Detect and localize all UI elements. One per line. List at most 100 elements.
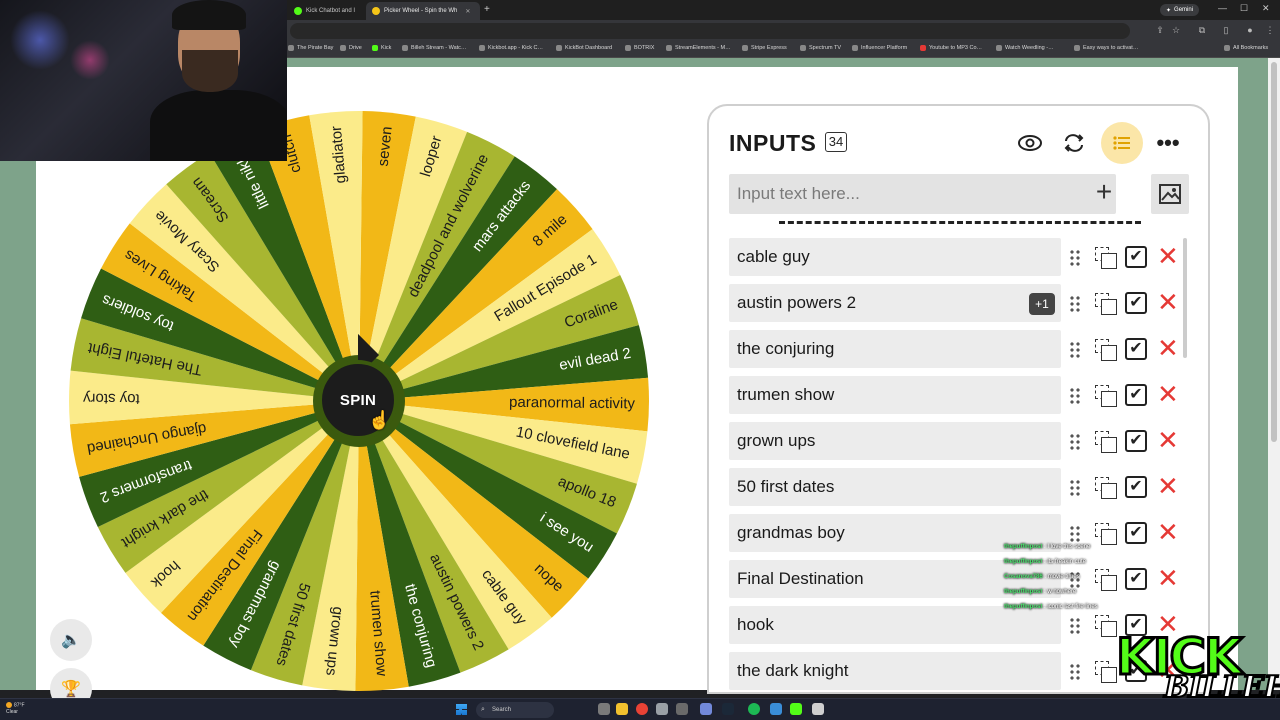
bookmark-item[interactable]: All Bookmarks	[1224, 45, 1268, 51]
enable-checkbox[interactable]: ✔	[1125, 246, 1147, 268]
gemini-button[interactable]: ✦ Gemini	[1160, 4, 1200, 16]
stream-chat-overlay: thepuffinpost : I love this scene thepuff…	[1004, 540, 1164, 615]
enable-checkbox[interactable]: ✔	[1125, 292, 1147, 314]
enable-checkbox[interactable]: ✔	[1125, 384, 1147, 406]
input-text-field[interactable]	[729, 174, 1089, 214]
entry-text-box[interactable]: 50 first dates	[729, 468, 1061, 506]
drag-handle-icon[interactable]	[1069, 249, 1081, 267]
delete-icon[interactable]: ✕	[1157, 426, 1179, 454]
profile-icon[interactable]: ●	[1244, 24, 1256, 36]
input-entry-row[interactable]: austin powers 2 +1 ✔ ✕	[729, 284, 1199, 322]
duplicate-icon[interactable]	[1095, 615, 1117, 637]
visibility-eye-icon[interactable]	[1011, 124, 1049, 162]
bookmark-item[interactable]: KickBot Dashboard	[556, 45, 612, 51]
add-image-button[interactable]	[1151, 174, 1189, 214]
duplicate-icon[interactable]	[1095, 477, 1117, 499]
input-entry-row[interactable]: the conjuring ✔ ✕	[729, 330, 1199, 368]
sound-toggle-button[interactable]: 🔈	[50, 619, 92, 661]
spotify-icon[interactable]	[748, 703, 760, 715]
more-options-icon[interactable]: •••	[1149, 124, 1187, 162]
app-icon[interactable]	[770, 703, 782, 715]
share-icon[interactable]: ⇪	[1154, 24, 1166, 36]
delete-icon[interactable]: ✕	[1157, 334, 1179, 362]
drag-handle-icon[interactable]	[1069, 663, 1081, 681]
delete-icon[interactable]: ✕	[1157, 380, 1179, 408]
add-entry-button[interactable]: +	[1089, 178, 1119, 208]
discord-icon[interactable]	[700, 703, 712, 715]
drag-handle-icon[interactable]	[1069, 341, 1081, 359]
bookmark-item[interactable]: Billeh Stream - Watc…	[402, 45, 466, 51]
input-entry-row[interactable]: cable guy ✔ ✕	[729, 238, 1199, 276]
file-explorer-icon[interactable]	[616, 703, 628, 715]
enable-checkbox[interactable]: ✔	[1125, 476, 1147, 498]
browser-tab-kick-chatbot[interactable]: Kick Chatbot and I	[288, 2, 364, 20]
entry-text-box[interactable]: cable guy	[729, 238, 1061, 276]
shuffle-icon[interactable]	[1055, 124, 1093, 162]
app-icon[interactable]	[812, 703, 824, 715]
entry-text-box[interactable]: the conjuring	[729, 330, 1061, 368]
drag-handle-icon[interactable]	[1069, 387, 1081, 405]
bookmark-item[interactable]: StreamElements - M…	[666, 45, 731, 51]
sidebar-icon[interactable]: ▯	[1220, 24, 1232, 36]
drag-handle-icon[interactable]	[1069, 479, 1081, 497]
picker-wheel[interactable]: seven looper deadpool and wolverine mars at…	[68, 110, 650, 692]
app-icon[interactable]	[676, 703, 688, 715]
bookmark-item[interactable]: Spectrum TV	[800, 45, 841, 51]
menu-kebab-icon[interactable]: ⋮	[1264, 24, 1276, 36]
entry-text-box[interactable]: the dark knight	[729, 652, 1061, 690]
duplicate-icon[interactable]	[1095, 293, 1117, 315]
bookmark-item[interactable]: The Pirate Bay	[288, 45, 333, 51]
bookmark-item[interactable]: Kick	[372, 45, 391, 51]
duplicate-icon[interactable]	[1095, 247, 1117, 269]
close-tab-icon[interactable]: ✕	[465, 8, 470, 15]
new-tab-button[interactable]: +	[484, 4, 490, 15]
duplicate-icon[interactable]	[1095, 661, 1117, 683]
drag-handle-icon[interactable]	[1069, 433, 1081, 451]
extensions-icon[interactable]: ⧉	[1196, 24, 1208, 36]
enable-checkbox[interactable]: ✔	[1125, 430, 1147, 452]
page-scrollbar-thumb[interactable]	[1271, 62, 1277, 442]
delete-icon[interactable]: ✕	[1157, 288, 1179, 316]
bookmark-item[interactable]: Influencer Platform	[852, 45, 907, 51]
bookmark-item[interactable]: Drive	[340, 45, 362, 51]
delete-icon[interactable]: ✕	[1157, 242, 1179, 270]
steam-icon[interactable]	[722, 703, 734, 715]
minimize-icon[interactable]: —	[1218, 3, 1227, 13]
entry-text-box[interactable]: austin powers 2 +1	[729, 284, 1061, 322]
close-window-icon[interactable]: ✕	[1262, 3, 1270, 14]
duplicate-icon[interactable]	[1095, 339, 1117, 361]
delete-icon[interactable]: ✕	[1157, 472, 1179, 500]
bookmark-item[interactable]: Easy ways to activat…	[1074, 45, 1138, 51]
duplicate-icon[interactable]	[1095, 385, 1117, 407]
maximize-icon[interactable]: ☐	[1240, 3, 1248, 14]
url-field[interactable]	[290, 23, 1130, 39]
entry-text-box[interactable]: grown ups	[729, 422, 1061, 460]
inputs-list-scrollbar[interactable]	[1183, 238, 1187, 358]
kick-app-icon[interactable]	[790, 703, 802, 715]
entry-text-box[interactable]: trumen show	[729, 376, 1061, 414]
duplicate-icon[interactable]	[1095, 431, 1117, 453]
drag-handle-icon[interactable]	[1069, 617, 1081, 635]
bookmark-star-icon[interactable]: ☆	[1170, 24, 1182, 36]
taskbar-search[interactable]: ⌕ Search	[476, 702, 554, 718]
x-app-icon[interactable]	[656, 703, 668, 715]
bookmark-item[interactable]: BOTRIX	[625, 45, 654, 51]
weather-widget[interactable]: 87°F Clear	[6, 702, 25, 716]
bookmark-item[interactable]: Watch Weedling -…	[996, 45, 1054, 51]
drag-handle-icon[interactable]	[1069, 295, 1081, 313]
input-entry-row[interactable]: 50 first dates ✔ ✕	[729, 468, 1199, 506]
input-entry-row[interactable]: grown ups ✔ ✕	[729, 422, 1199, 460]
bookmark-item[interactable]: Youtube to MP3 Co…	[920, 45, 982, 51]
entry-weight-badge[interactable]: +1	[1029, 293, 1055, 315]
gemini-label: Gemini	[1174, 7, 1194, 13]
windows-start-icon[interactable]	[456, 704, 467, 715]
bookmark-item[interactable]: Stripe Express	[742, 45, 787, 51]
list-view-icon[interactable]	[1101, 122, 1143, 164]
input-entry-row[interactable]: trumen show ✔ ✕	[729, 376, 1199, 414]
task-view-icon[interactable]	[598, 703, 610, 715]
bookmark-item[interactable]: Kickbot.app - Kick C…	[479, 45, 543, 51]
enable-checkbox[interactable]: ✔	[1125, 338, 1147, 360]
browser-tab-picker-wheel[interactable]: Picker Wheel - Spin the Wh ✕	[366, 2, 480, 20]
chrome-icon[interactable]	[636, 703, 648, 715]
page-scrollbar[interactable]	[1268, 58, 1280, 690]
